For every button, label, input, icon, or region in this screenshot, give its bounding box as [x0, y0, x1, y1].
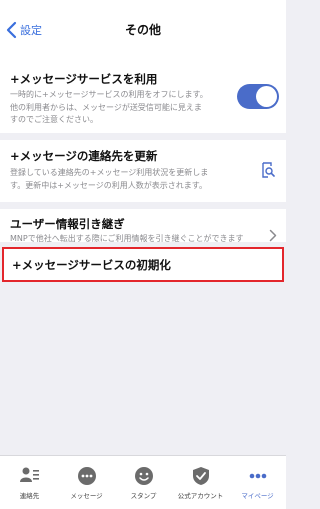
- service-reset-row[interactable]: +メッセージサービスの初期化: [2, 247, 284, 282]
- service-reset-title: +メッセージサービスの初期化: [12, 258, 171, 272]
- tab-label: スタンプ: [130, 492, 157, 500]
- contacts-desc-line: す。更新中は+メッセージの利用人数が表示されます。: [10, 180, 207, 190]
- mypage-icon: [249, 473, 266, 479]
- official-account-icon: [192, 467, 209, 485]
- tab-bar: 連絡先 メッセージ スタンプ 公式アカウント マイページ: [0, 455, 286, 509]
- service-desc-line: 一時的に+メッセージサービスの利用をオフにします。: [10, 90, 208, 99]
- tab-label: マイページ: [241, 492, 274, 500]
- contacts-desc-line: 登録している連絡先の+メッセージ利用状況を更新しま: [10, 168, 209, 177]
- service-title: +メッセージサービスを利用: [10, 72, 158, 86]
- service-description: 一時的に+メッセージサービスの利用をオフにします。 他の利用者からは、メッセージ…: [10, 89, 208, 127]
- service-toggle[interactable]: [237, 84, 279, 109]
- chevron-right-icon: [269, 229, 277, 242]
- transfer-desc-line: MNPで他社へ転出する際にご利用情報を引き継ぐことができます: [10, 234, 244, 243]
- toggle-knob: [256, 86, 277, 107]
- service-toggle-row: +メッセージサービスを利用 一時的に+メッセージサービスの利用をオフにします。 …: [0, 58, 286, 133]
- stamp-icon: [134, 467, 153, 485]
- tab-mypage[interactable]: マイページ: [229, 456, 286, 509]
- contacts-icon: [19, 467, 39, 482]
- tab-label: 公式アカウント: [177, 492, 224, 500]
- tab-stamp[interactable]: スタンプ: [115, 456, 172, 509]
- service-desc-line: すのでご注意ください。: [10, 115, 98, 124]
- update-contacts-title: +メッセージの連絡先を更新: [10, 149, 158, 163]
- update-contacts-description: 登録している連絡先の+メッセージ利用状況を更新しま す。更新中は+メッセージの利…: [10, 167, 208, 192]
- tab-label: 連絡先: [19, 492, 40, 500]
- tab-official-account[interactable]: 公式アカウント: [172, 456, 229, 509]
- user-transfer-title: ユーザー情報引き継ぎ: [10, 217, 125, 231]
- page-title: その他: [124, 23, 161, 37]
- search-contact-icon[interactable]: [261, 162, 275, 178]
- tab-contacts[interactable]: 連絡先: [1, 456, 58, 509]
- update-contacts-row[interactable]: +メッセージの連絡先を更新 登録している連絡先の+メッセージ利用状況を更新しま …: [0, 140, 286, 202]
- header-bar: 設定 その他: [0, 0, 286, 58]
- tab-label: メッセージ: [70, 492, 103, 500]
- user-transfer-row[interactable]: ユーザー情報引き継ぎ MNPで他社へ転出する際にご利用情報を引き継ぐことができま…: [0, 209, 286, 243]
- message-icon: [77, 467, 96, 485]
- tab-message[interactable]: メッセージ: [58, 456, 115, 509]
- service-desc-line: 他の利用者からは、メッセージが送受信可能に見えま: [10, 102, 202, 112]
- user-transfer-description: MNPで他社へ転出する際にご利用情報を引き継ぐことができます: [10, 233, 244, 246]
